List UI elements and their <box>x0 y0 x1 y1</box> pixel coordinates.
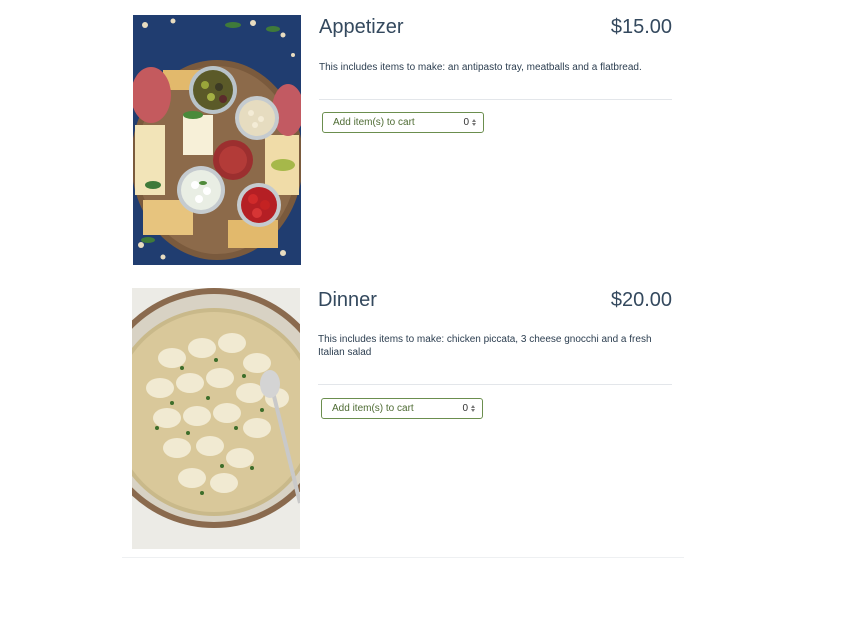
antipasto-platter-photo <box>133 15 301 265</box>
quantity-value[interactable]: 0 <box>463 117 469 128</box>
product-divider <box>318 384 672 385</box>
product-divider <box>319 99 672 100</box>
add-to-cart-label: Add item(s) to cart <box>333 117 415 128</box>
list-bottom-divider <box>122 557 684 558</box>
quantity-value[interactable]: 0 <box>462 403 468 414</box>
add-to-cart-quantity-input[interactable]: Add item(s) to cart 0 <box>321 398 483 419</box>
add-to-cart-quantity-input[interactable]: Add item(s) to cart 0 <box>322 112 484 133</box>
product-title: Appetizer <box>319 16 404 38</box>
product-image-dinner <box>132 288 300 549</box>
product-description: This includes items to make: chicken pic… <box>318 334 652 358</box>
stepper-arrows-icon[interactable] <box>470 404 476 414</box>
gnocchi-bowl-photo <box>132 288 300 549</box>
product-description: This includes items to make: an antipast… <box>319 62 642 73</box>
product-price: $20.00 <box>610 289 672 311</box>
product-image-appetizer <box>133 15 301 265</box>
add-to-cart-label: Add item(s) to cart <box>332 403 414 414</box>
product-price: $15.00 <box>610 16 672 38</box>
product-title: Dinner <box>318 289 377 311</box>
stepper-arrows-icon[interactable] <box>471 118 477 128</box>
